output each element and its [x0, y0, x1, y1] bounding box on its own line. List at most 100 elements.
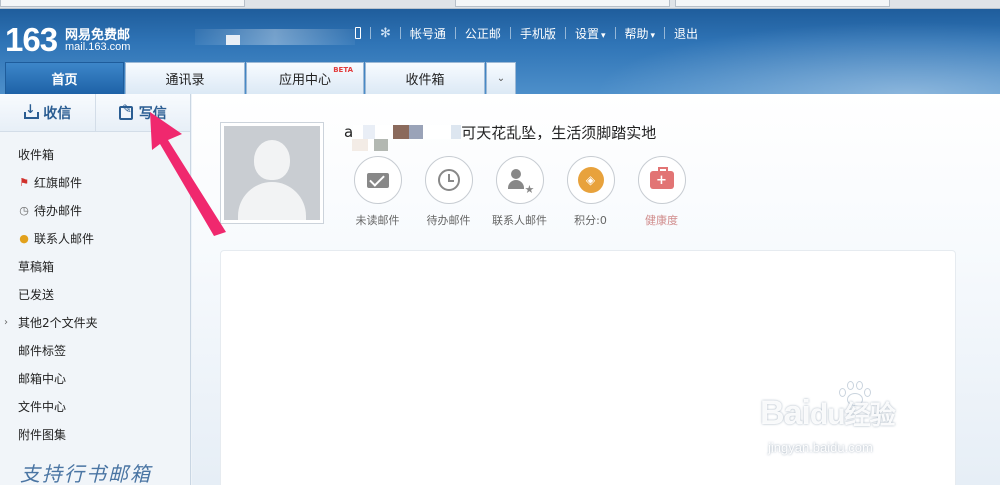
- content-panel: [220, 250, 956, 485]
- top-links: ✻ 帐号通 公正邮 手机版 设置 ▾ 帮助 ▾ 退出: [355, 25, 698, 41]
- folder-sent[interactable]: 已发送: [0, 280, 190, 308]
- folder-flagged[interactable]: ⚑ 红旗邮件: [0, 168, 190, 196]
- browser-tab[interactable]: [0, 0, 245, 7]
- tabs-more-button[interactable]: ⌄: [486, 62, 516, 94]
- loading-icon: ✻: [380, 25, 391, 41]
- redacted-block: [352, 139, 388, 151]
- chevron-down-icon: ⌄: [496, 73, 506, 84]
- folder-attachments[interactable]: 附件图集: [0, 420, 190, 448]
- phone-icon[interactable]: [355, 27, 361, 39]
- folder-label: 收件箱: [18, 147, 55, 162]
- redacted-block: [226, 35, 240, 45]
- compose-label: 写信: [138, 105, 167, 122]
- folder-mailbox-center[interactable]: 邮箱中心: [0, 364, 190, 392]
- folder-label: 红旗邮件: [34, 175, 83, 190]
- profile-greeting: a 可天花乱坠，生活须脚踏实地: [344, 122, 656, 142]
- quick-unread[interactable]: 未读邮件: [342, 156, 413, 228]
- divider: [509, 27, 511, 39]
- redacted-name: [423, 125, 452, 139]
- quick-points[interactable]: ◈ 积分:0: [555, 156, 626, 228]
- sidebar-actions: 收信 写信: [0, 94, 190, 132]
- main-tabs: 首页 通讯录 应用中心 BETA 收件箱 ⌄: [5, 62, 517, 94]
- envelope-icon: [353, 156, 402, 204]
- quick-contacts[interactable]: ★ 联系人邮件: [484, 156, 555, 228]
- person-icon: ●: [19, 231, 29, 245]
- browser-tab[interactable]: [675, 0, 890, 7]
- tab-home[interactable]: 首页: [5, 62, 124, 94]
- folder-label: 邮箱中心: [18, 371, 67, 386]
- tab-label: 收件箱: [405, 73, 445, 88]
- quick-label: 未读邮件: [355, 214, 400, 227]
- avatar[interactable]: [220, 122, 324, 224]
- expand-arrow-icon[interactable]: ›: [4, 317, 8, 328]
- quick-label: 积分:0: [574, 214, 607, 227]
- browser-tab[interactable]: [455, 0, 670, 7]
- browser-tab-strip: [0, 0, 1000, 9]
- folder-file-center[interactable]: 文件中心: [0, 392, 190, 420]
- tab-label: 应用中心: [278, 73, 331, 88]
- folder-label: 联系人邮件: [34, 231, 95, 246]
- help-label: 帮助: [624, 26, 649, 41]
- folder-label: 附件图集: [18, 427, 67, 442]
- divider: [399, 27, 401, 39]
- sidebar: 收信 写信 收件箱 ⚑ 红旗邮件 ◷ 待办邮件 ● 联系人邮件 草稿箱 已发送 › 其他…: [0, 94, 191, 485]
- tab-inbox[interactable]: 收件箱: [365, 62, 485, 94]
- divider: [664, 27, 666, 39]
- folder-label: 待办邮件: [34, 203, 83, 218]
- folder-list: 收件箱 ⚑ 红旗邮件 ◷ 待办邮件 ● 联系人邮件 草稿箱 已发送 › 其他2个文件夹 …: [0, 132, 190, 448]
- edit-icon: [118, 102, 133, 120]
- redacted-name: [393, 125, 410, 139]
- chevron-down-icon: ▾: [600, 30, 606, 41]
- quick-label: 健康度: [645, 214, 678, 227]
- folder-contacts-mail[interactable]: ● 联系人邮件: [0, 224, 190, 252]
- divider: [564, 27, 566, 39]
- redacted-name: [409, 125, 424, 139]
- link-account-pass[interactable]: 帐号通: [410, 25, 446, 42]
- tab-label: 首页: [51, 73, 78, 88]
- coin-icon: ◈: [566, 156, 615, 204]
- quick-label: 待办邮件: [426, 214, 471, 227]
- redacted-name: [451, 125, 462, 139]
- redacted-name: [353, 125, 394, 139]
- quick-label: 联系人邮件: [492, 214, 547, 227]
- folder-tags[interactable]: 邮件标签: [0, 336, 190, 364]
- divider: [370, 27, 371, 39]
- receive-label: 收信: [43, 105, 72, 122]
- tab-app-center[interactable]: 应用中心 BETA: [246, 62, 364, 94]
- link-settings[interactable]: 设置 ▾: [575, 25, 606, 42]
- contact-star-icon: ★: [495, 156, 544, 204]
- clock-icon: ◷: [19, 203, 29, 217]
- folder-todo[interactable]: ◷ 待办邮件: [0, 196, 190, 224]
- link-help[interactable]: 帮助 ▾: [625, 25, 656, 42]
- link-logout[interactable]: 退出: [674, 25, 698, 42]
- compose-mail-button[interactable]: 写信: [94, 94, 191, 131]
- folder-inbox[interactable]: 收件箱: [0, 140, 190, 168]
- user-motto: 可天花乱坠，生活须脚踏实地: [461, 123, 657, 142]
- medical-kit-icon: +: [637, 156, 686, 204]
- download-icon: [23, 102, 40, 120]
- clock-icon: [424, 156, 473, 204]
- quick-todo[interactable]: 待办邮件: [413, 156, 484, 228]
- folder-label: 邮件标签: [18, 343, 67, 358]
- quick-links: 未读邮件 待办邮件 ★ 联系人邮件 ◈ 积分:0 + 健康度: [342, 156, 697, 228]
- link-notary-mail[interactable]: 公正邮: [465, 25, 501, 42]
- red-flag-icon: ⚑: [19, 175, 29, 189]
- main-content: a 可天花乱坠，生活须脚踏实地 未读邮件 待办邮件 ★ 联系人邮件 ◈ 积分:0…: [192, 94, 1000, 485]
- logo-163[interactable]: 163: [5, 21, 58, 59]
- chevron-down-icon: ▾: [650, 30, 656, 41]
- tab-label: 通讯录: [165, 73, 205, 88]
- link-mobile-version[interactable]: 手机版: [520, 25, 556, 42]
- divider: [454, 27, 456, 39]
- folder-label: 文件中心: [18, 399, 67, 414]
- tab-contacts[interactable]: 通讯录: [125, 62, 245, 94]
- folder-drafts[interactable]: 草稿箱: [0, 252, 190, 280]
- quick-health[interactable]: + 健康度: [626, 156, 697, 228]
- divider: [614, 27, 616, 39]
- sidebar-promo-text[interactable]: 支持行书邮箱: [20, 458, 152, 485]
- logo-domain: mail.163.com: [65, 41, 131, 53]
- folder-label: 已发送: [18, 287, 55, 302]
- beta-badge: BETA: [333, 66, 353, 74]
- folder-other[interactable]: › 其他2个文件夹: [0, 308, 190, 336]
- receive-mail-button[interactable]: 收信: [0, 94, 95, 131]
- avatar-placeholder-icon: [224, 126, 320, 220]
